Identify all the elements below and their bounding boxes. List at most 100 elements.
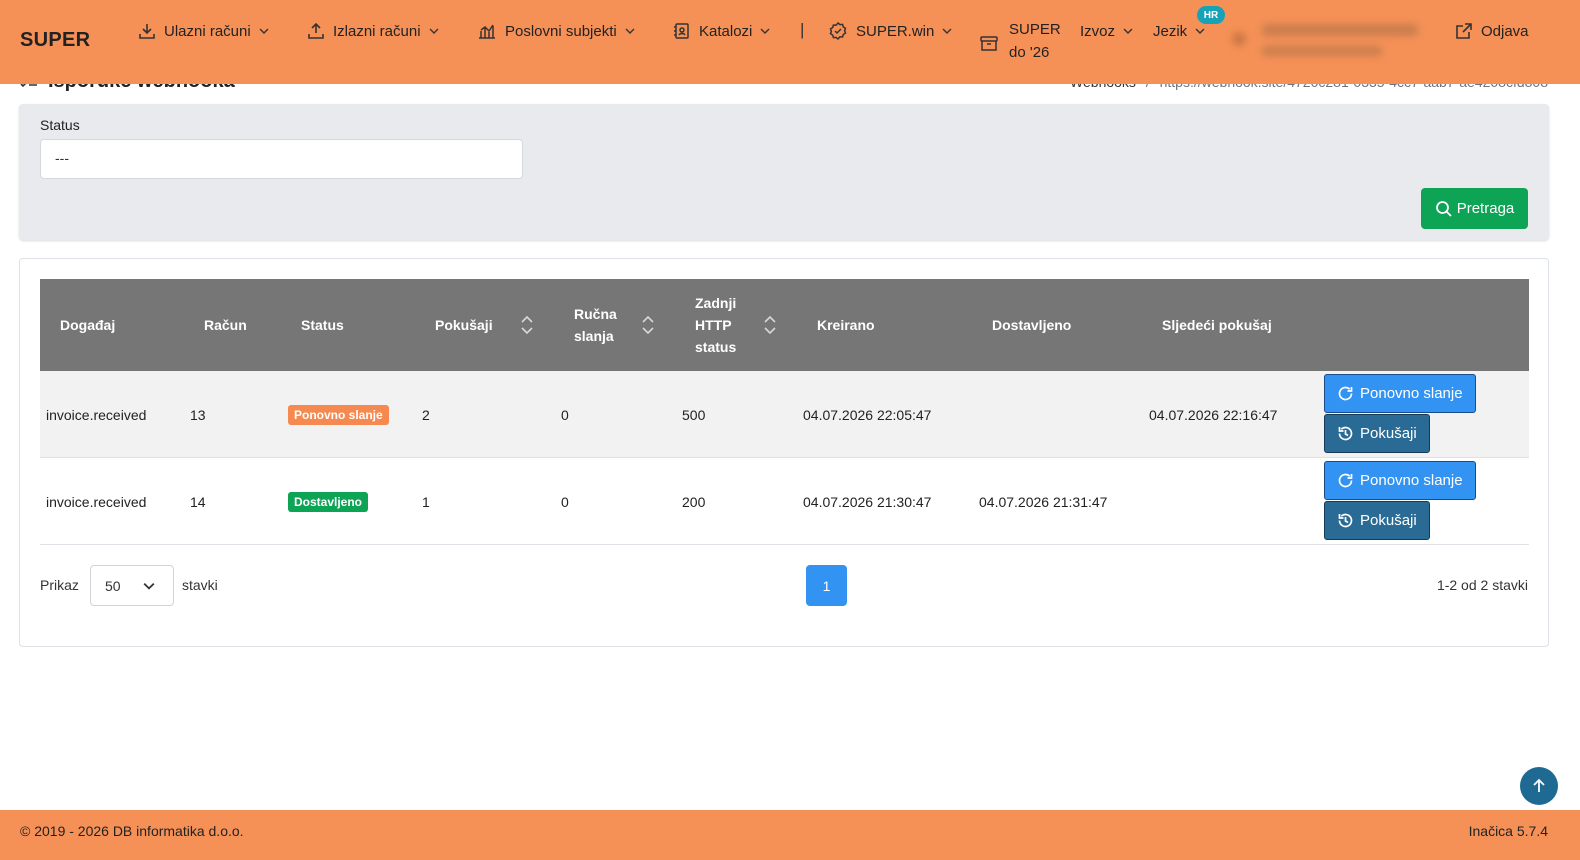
chevron-down-icon [1123,28,1133,34]
user-icon [1232,32,1246,46]
history-icon [1338,513,1353,528]
cell-manual-sends: 0 [561,493,569,510]
resend-button[interactable]: Ponovno slanje [1324,374,1476,413]
scroll-to-top-button[interactable] [1520,767,1558,805]
resend-button[interactable]: Ponovno slanje [1324,461,1476,500]
col-manual-line1: Ručna [574,306,617,322]
nav-outgoing-label: Izlazni računi [333,22,421,40]
chevron-down-icon [760,28,770,34]
attempts-label: Pokušaji [1360,425,1417,442]
col-delivered: Dostavljeno [992,317,1072,333]
nav-export-label: Izvoz [1080,22,1116,40]
attempts-button[interactable]: Pokušaji [1324,414,1430,453]
cell-http-status: 500 [682,406,706,423]
search-button-label: Pretraga [1456,200,1515,217]
col-status: Status [301,317,344,333]
search-icon [1435,200,1452,217]
cell-created: 04.07.2026 22:05:47 [803,406,932,423]
nav-separator: | [800,20,805,39]
col-created: Kreirano [817,317,875,333]
user-menu-redacted[interactable] [1232,20,1424,64]
cell-status: Dostavljeno [288,458,369,545]
contact-book-icon [674,23,689,39]
nav-partners-label: Poslovni subjekti [505,22,617,40]
col-http-line3: status [695,339,737,355]
brand-logo[interactable]: SUPER [20,29,90,52]
cell-invoice: 13 [190,406,206,423]
archive-icon [980,36,998,51]
cell-delivered: 04.07.2026 21:31:47 [979,493,1108,510]
col-manual-sends[interactable]: Ručna slanja [574,279,617,371]
sort-icon[interactable] [763,315,777,335]
col-invoice: Račun [204,317,247,333]
cell-status: Ponovno slanje [288,371,389,458]
nav-superwin[interactable]: SUPER.win [828,18,952,44]
deliveries-table-card: Događaj Račun Status Pokušaji Ručna slan… [19,258,1549,647]
attempts-button[interactable]: Pokušaji [1324,501,1430,540]
cell-created: 04.07.2026 21:30:47 [803,493,932,510]
language-badge: HR [1197,6,1225,24]
chevron-down-icon [1195,28,1205,34]
page-button[interactable]: 1 [806,565,847,606]
arrow-up-icon [1533,778,1545,792]
download-icon [139,24,155,39]
chevron-down-icon [143,582,155,590]
col-last-http-status[interactable]: Zadnji HTTP status [695,279,736,371]
badge-check-icon [829,21,847,41]
nav-export[interactable]: Izvoz [1080,18,1133,44]
table-header: Događaj Račun Status Pokušaji Ručna slan… [40,279,1529,371]
chevron-down-icon [625,28,635,34]
cell-manual-sends: 0 [561,406,569,423]
cell-event: invoice.received [46,493,147,510]
col-event: Događaj [60,317,116,333]
footer: © 2019 - 2026 DB informatika d.o.o. Inač… [0,810,1580,860]
copyright: © 2019 - 2026 DB informatika d.o.o. [20,823,244,839]
sort-icon[interactable] [520,315,534,335]
status-filter-label: Status [40,117,80,133]
nav-catalogs-label: Katalozi [699,22,753,40]
logout-button[interactable]: Odjava [1455,18,1529,44]
items-count: 1-2 od 2 stavki [1436,577,1528,593]
nav-incoming-label: Ulazni računi [164,22,251,40]
chevron-down-icon [259,28,269,34]
cell-event: invoice.received [46,406,147,423]
nav-business-partners[interactable]: Poslovni subjekti [477,18,635,44]
app-version: Inačica 5.7.4 [1468,823,1548,839]
items-label: stavki [182,577,218,593]
nav-super26-line2: do '26 [1009,44,1050,61]
per-page-select[interactable]: 50 [90,565,174,606]
cell-attempts: 1 [422,493,430,510]
resend-label: Ponovno slanje [1360,472,1463,489]
col-http-line1: Zadnji [695,295,737,311]
nav-super26-line1: SUPER [1009,21,1061,38]
cell-invoice: 14 [190,493,206,510]
refresh-icon [1338,386,1353,401]
nav-language[interactable]: Jezik [1153,18,1205,44]
upload-icon [308,22,324,39]
status-filter-select[interactable]: --- [40,139,523,179]
filter-panel: Status --- Pretraga [19,104,1549,240]
search-button[interactable]: Pretraga [1421,188,1528,229]
col-attempts[interactable]: Pokušaji [435,279,493,371]
nav-outgoing-invoices[interactable]: Izlazni računi [307,18,439,44]
col-http-line2: HTTP [695,317,732,333]
logout-label: Odjava [1481,22,1529,40]
per-page-value: 50 [105,577,121,594]
external-link-icon [1456,23,1472,39]
nav-catalogs[interactable]: Katalozi [673,18,770,44]
resend-label: Ponovno slanje [1360,385,1463,402]
status-badge: Ponovno slanje [288,404,389,425]
sort-icon[interactable] [641,315,655,335]
table-row: invoice.received 14 Dostavljeno 1 0 200 … [40,458,1529,545]
table-row: invoice.received 13 Ponovno slanje 2 0 5… [40,371,1529,458]
refresh-icon [1338,473,1353,488]
cell-http-status: 200 [682,493,706,510]
top-navbar: SUPER Ulazni računi Izlazni računi Poslo… [0,0,1580,84]
nav-incoming-invoices[interactable]: Ulazni računi [138,18,269,44]
chart-icon [479,24,495,39]
chevron-down-icon [429,28,439,34]
attempts-label: Pokušaji [1360,512,1417,529]
nav-super-26[interactable]: SUPER do '26 [979,18,1061,64]
cell-attempts: 2 [422,406,430,423]
history-icon [1338,426,1353,441]
